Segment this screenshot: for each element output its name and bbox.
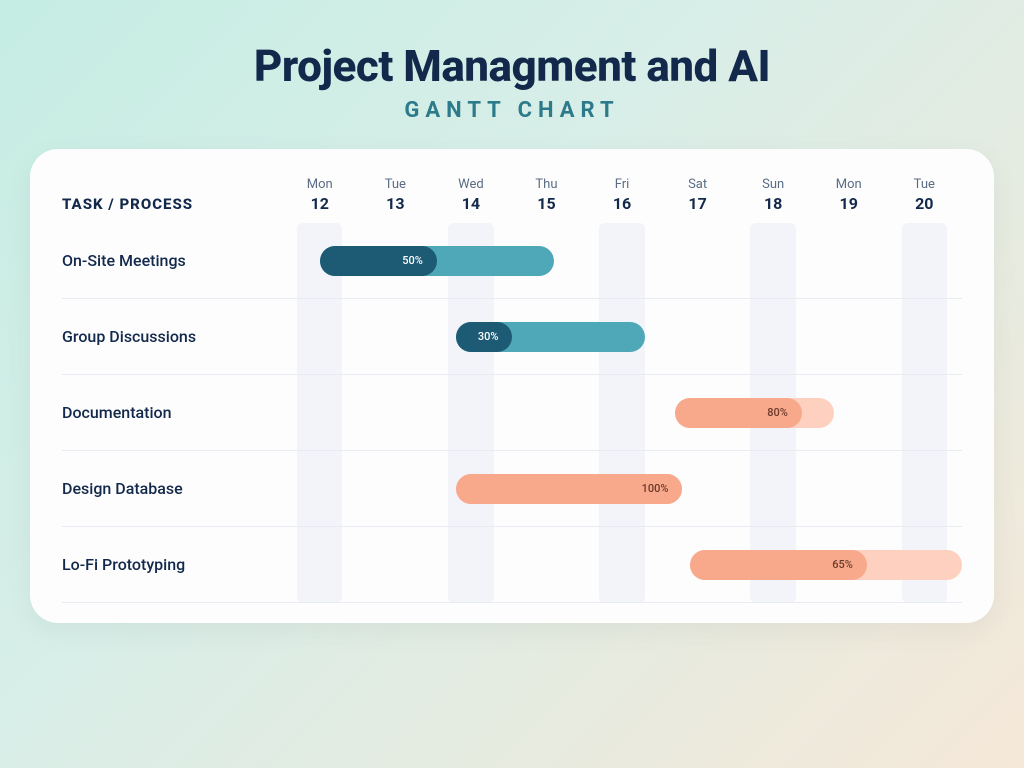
task-label: Lo-Fi Prototyping: [62, 555, 282, 574]
bar-track: 30%: [282, 322, 962, 352]
day-number: 13: [358, 194, 434, 213]
task-label: On-Site Meetings: [62, 251, 282, 270]
task-label: Group Discussions: [62, 327, 282, 346]
progress-label: 65%: [832, 558, 853, 571]
task-header: TASK / PROCESS: [62, 195, 282, 213]
task-row: On-Site Meetings 50%: [62, 223, 962, 299]
gantt-bar-progress: 50%: [320, 246, 437, 276]
day-name: Thu: [509, 177, 585, 192]
gantt-bar-progress: 100%: [456, 474, 683, 504]
gantt-card: TASK / PROCESS Mon12Tue13Wed14Thu15Fri16…: [30, 149, 994, 623]
progress-label: 100%: [642, 482, 669, 495]
day-number: 18: [735, 194, 811, 213]
day-name: Fri: [584, 177, 660, 192]
day-number: 19: [811, 194, 887, 213]
bar-track: 100%: [282, 474, 962, 504]
day-number: 20: [887, 194, 963, 213]
page-subtitle: GANTT CHART: [30, 98, 994, 123]
day-number: 16: [584, 194, 660, 213]
progress-label: 30%: [478, 330, 499, 343]
bar-track: 50%: [282, 246, 962, 276]
page-title: Project Managment and AI: [30, 40, 994, 92]
gantt-bar: 30%: [456, 322, 645, 352]
day-headers: Mon12Tue13Wed14Thu15Fri16Sat17Sun18Mon19…: [282, 177, 962, 213]
gantt-bar: 65%: [690, 550, 962, 580]
day-header: Sun 18: [735, 177, 811, 213]
day-name: Tue: [358, 177, 434, 192]
day-header: Tue 13: [358, 177, 434, 213]
task-row: Documentation 80%: [62, 375, 962, 451]
day-name: Sun: [735, 177, 811, 192]
task-label: Documentation: [62, 403, 282, 422]
header-row: TASK / PROCESS Mon12Tue13Wed14Thu15Fri16…: [62, 177, 962, 213]
gantt-bar-progress: 80%: [675, 398, 802, 428]
task-label: Design Database: [62, 479, 282, 498]
day-header: Fri 16: [584, 177, 660, 213]
gantt-bar: 50%: [320, 246, 554, 276]
day-header: Tue 20: [887, 177, 963, 213]
bar-track: 65%: [282, 550, 962, 580]
day-number: 15: [509, 194, 585, 213]
day-header: Thu 15: [509, 177, 585, 213]
day-number: 17: [660, 194, 736, 213]
task-row: Lo-Fi Prototyping 65%: [62, 527, 962, 603]
bar-track: 80%: [282, 398, 962, 428]
day-name: Mon: [282, 177, 358, 192]
progress-label: 80%: [767, 406, 788, 419]
progress-label: 50%: [402, 254, 423, 267]
day-number: 14: [433, 194, 509, 213]
task-row: Design Database 100%: [62, 451, 962, 527]
gantt-bar-progress: 30%: [456, 322, 513, 352]
day-name: Tue: [887, 177, 963, 192]
day-number: 12: [282, 194, 358, 213]
day-name: Sat: [660, 177, 736, 192]
day-name: Mon: [811, 177, 887, 192]
gantt-bar: 100%: [456, 474, 683, 504]
rows-area: On-Site Meetings 50% Group Discussions 30% D…: [62, 223, 962, 603]
day-header: Wed 14: [433, 177, 509, 213]
day-header: Sat 17: [660, 177, 736, 213]
gantt-bar: 80%: [675, 398, 834, 428]
gantt-bar-progress: 65%: [690, 550, 867, 580]
day-header: Mon 19: [811, 177, 887, 213]
task-row: Group Discussions 30%: [62, 299, 962, 375]
day-header: Mon 12: [282, 177, 358, 213]
day-name: Wed: [433, 177, 509, 192]
